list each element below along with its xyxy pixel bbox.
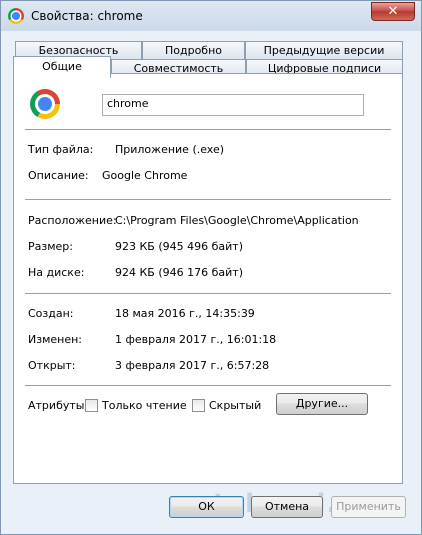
readonly-checkbox[interactable]: [85, 399, 98, 412]
tab-details[interactable]: Подробно: [142, 41, 245, 59]
size-value: 923 КБ (945 496 байт): [115, 240, 243, 253]
file-type-label: Тип файла:: [28, 143, 94, 156]
file-type-value: Приложение (.exe): [115, 143, 225, 156]
created-label: Создан:: [28, 307, 74, 320]
modified-label: Изменен:: [28, 333, 83, 346]
chrome-icon: [30, 89, 60, 119]
divider: [25, 199, 391, 200]
description-value: Google Chrome: [102, 169, 188, 182]
modified-value: 1 февраля 2017 г., 16:01:18: [115, 333, 277, 346]
cancel-button[interactable]: Отмена: [251, 496, 323, 518]
opened-value: 3 февраля 2017 г., 6:57:28: [115, 359, 270, 372]
divider: [25, 129, 391, 130]
chrome-app-icon: [8, 8, 24, 24]
hidden-label[interactable]: Скрытый: [209, 399, 261, 412]
attributes-label: Атрибуты:: [28, 399, 89, 412]
ok-button[interactable]: ОК: [169, 496, 244, 518]
apply-button[interactable]: Применить: [331, 496, 406, 518]
description-label: Описание:: [28, 169, 89, 182]
size-on-disk-value: 924 КБ (946 176 байт): [115, 266, 243, 279]
tab-previous-versions[interactable]: Предыдущие версии: [245, 41, 403, 59]
size-on-disk-label: На диске:: [28, 266, 85, 279]
location-value: C:\Program Files\Google\Chrome\Applicati…: [115, 214, 359, 227]
window-title: Свойства: chrome: [31, 9, 143, 23]
location-label: Расположение:: [28, 214, 117, 227]
divider: [25, 385, 391, 386]
properties-dialog: Свойства: chrome ✕ Безопасность Подробно…: [0, 0, 422, 535]
size-label: Размер:: [28, 240, 73, 253]
title-bar[interactable]: Свойства: chrome ✕: [1, 1, 421, 31]
created-value: 18 мая 2016 г., 14:35:39: [115, 307, 255, 320]
hidden-checkbox[interactable]: [192, 399, 205, 412]
divider: [25, 293, 391, 294]
opened-label: Открыт:: [28, 359, 76, 372]
readonly-label[interactable]: Только чтение: [102, 399, 187, 412]
tab-general[interactable]: Общие: [13, 56, 111, 78]
advanced-attributes-button[interactable]: Другие...: [276, 393, 368, 415]
file-name-input[interactable]: chrome: [102, 94, 364, 116]
close-button[interactable]: ✕: [371, 2, 415, 21]
